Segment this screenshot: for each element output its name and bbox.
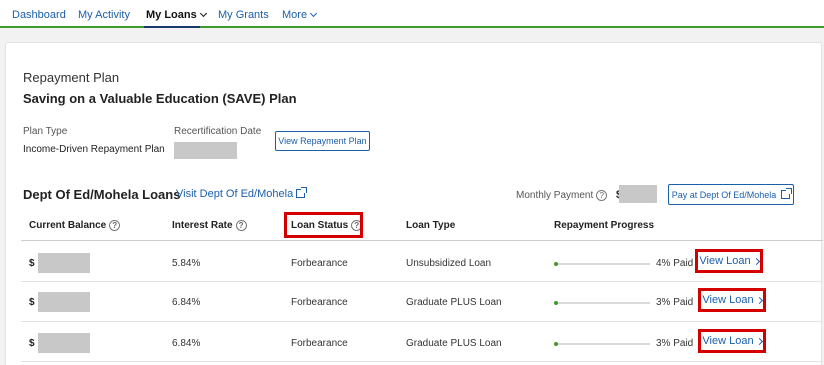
view-loan-button[interactable]: View Loan [698,288,766,312]
pay-at-servicer-label: Pay at Dept Of Ed/Mohela [671,189,777,200]
view-loan-button[interactable]: View Loan [695,249,763,273]
recertification-date-redacted [174,142,237,159]
monthly-payment-redacted [619,185,657,203]
loan-type: Graduate PLUS Loan [406,297,502,308]
progress-bar [554,301,650,305]
visit-servicer-label: Visit Dept Of Ed/Mohela [176,188,294,200]
header-current-balance-label: Current Balance [29,220,107,232]
balance-currency: $ [29,338,35,349]
chevron-right-icon [755,296,763,304]
nav-more-label: More [282,9,308,21]
plan-type-value: Income-Driven Repayment Plan [23,144,165,155]
balance-currency: $ [29,258,35,269]
interest-rate: 5.84% [172,258,201,269]
progress-paid: 3% Paid [656,338,694,349]
chevron-right-icon [755,337,763,345]
balance-currency: $ [29,297,35,308]
progress-fill [554,342,558,346]
interest-rate: 6.84% [172,338,201,349]
servicer-name: Dept Of Ed/Mohela Loans [23,187,181,202]
monthly-payment: Monthly Payment? $ [516,189,622,201]
visit-servicer-link[interactable]: Visit Dept Of Ed/Mohela [176,187,308,200]
balance-redacted [38,253,90,273]
loan-type: Graduate PLUS Loan [406,338,502,349]
nav-dashboard[interactable]: Dashboard [12,9,66,21]
nav-my-grants[interactable]: My Grants [218,9,269,21]
header-interest-rate: Interest Rate? [172,220,247,231]
loan-type: Unsubsidized Loan [406,258,492,269]
top-navigation: Dashboard My Activity My Loans My Grants… [0,0,824,28]
help-icon[interactable]: ? [109,220,121,231]
header-interest-rate-label: Interest Rate [172,220,233,232]
view-loan-label: View Loan [702,294,754,306]
header-current-balance: Current Balance? [29,220,121,232]
help-icon[interactable]: ? [235,220,247,231]
progress-paid: 3% Paid [656,297,694,308]
view-loan-button[interactable]: View Loan [698,329,766,353]
help-icon[interactable]: ? [596,189,608,201]
nav-my-loans-label: My Loans [146,9,197,21]
progress-bar [554,262,650,266]
loan-status: Forbearance [291,258,348,269]
balance-redacted [38,333,90,353]
loan-status-highlight [284,212,363,238]
active-tab-indicator [144,26,200,28]
loan-status: Forbearance [291,338,348,349]
chevron-right-icon [752,257,760,265]
external-link-icon [296,187,308,198]
progress-bar [554,342,650,346]
monthly-payment-label: Monthly Payment [516,190,594,201]
pay-at-servicer-button[interactable]: Pay at Dept Of Ed/Mohela [668,184,794,205]
row-divider [21,321,823,322]
nav-my-activity[interactable]: My Activity [78,9,130,21]
nav-more[interactable]: More [282,9,318,21]
repayment-plan-label: Repayment Plan [23,70,120,85]
plan-type-label: Plan Type [23,126,68,137]
nav-my-loans[interactable]: My Loans [146,9,207,21]
interest-rate: 6.84% [172,297,201,308]
balance-redacted [38,292,90,312]
progress-fill [554,262,558,266]
recertification-date-label: Recertification Date [174,126,262,137]
table-header-divider [21,240,823,241]
header-repayment-progress: Repayment Progress [554,220,655,231]
header-loan-type: Loan Type [406,220,456,231]
row-divider [21,361,823,362]
external-link-icon [781,188,793,199]
chevron-down-icon [310,9,318,18]
chevron-down-icon [199,9,207,18]
progress-fill [554,301,558,305]
view-loan-label: View Loan [702,335,754,347]
view-loan-label: View Loan [699,255,751,267]
progress-paid: 4% Paid [656,258,694,269]
row-divider [21,281,823,282]
loan-summary-card: Repayment Plan Saving on a Valuable Educ… [5,42,823,365]
loan-status: Forbearance [291,297,348,308]
view-repayment-plan-button[interactable]: View Repayment Plan [275,131,370,151]
repayment-plan-name: Saving on a Valuable Education (SAVE) Pl… [23,91,297,106]
